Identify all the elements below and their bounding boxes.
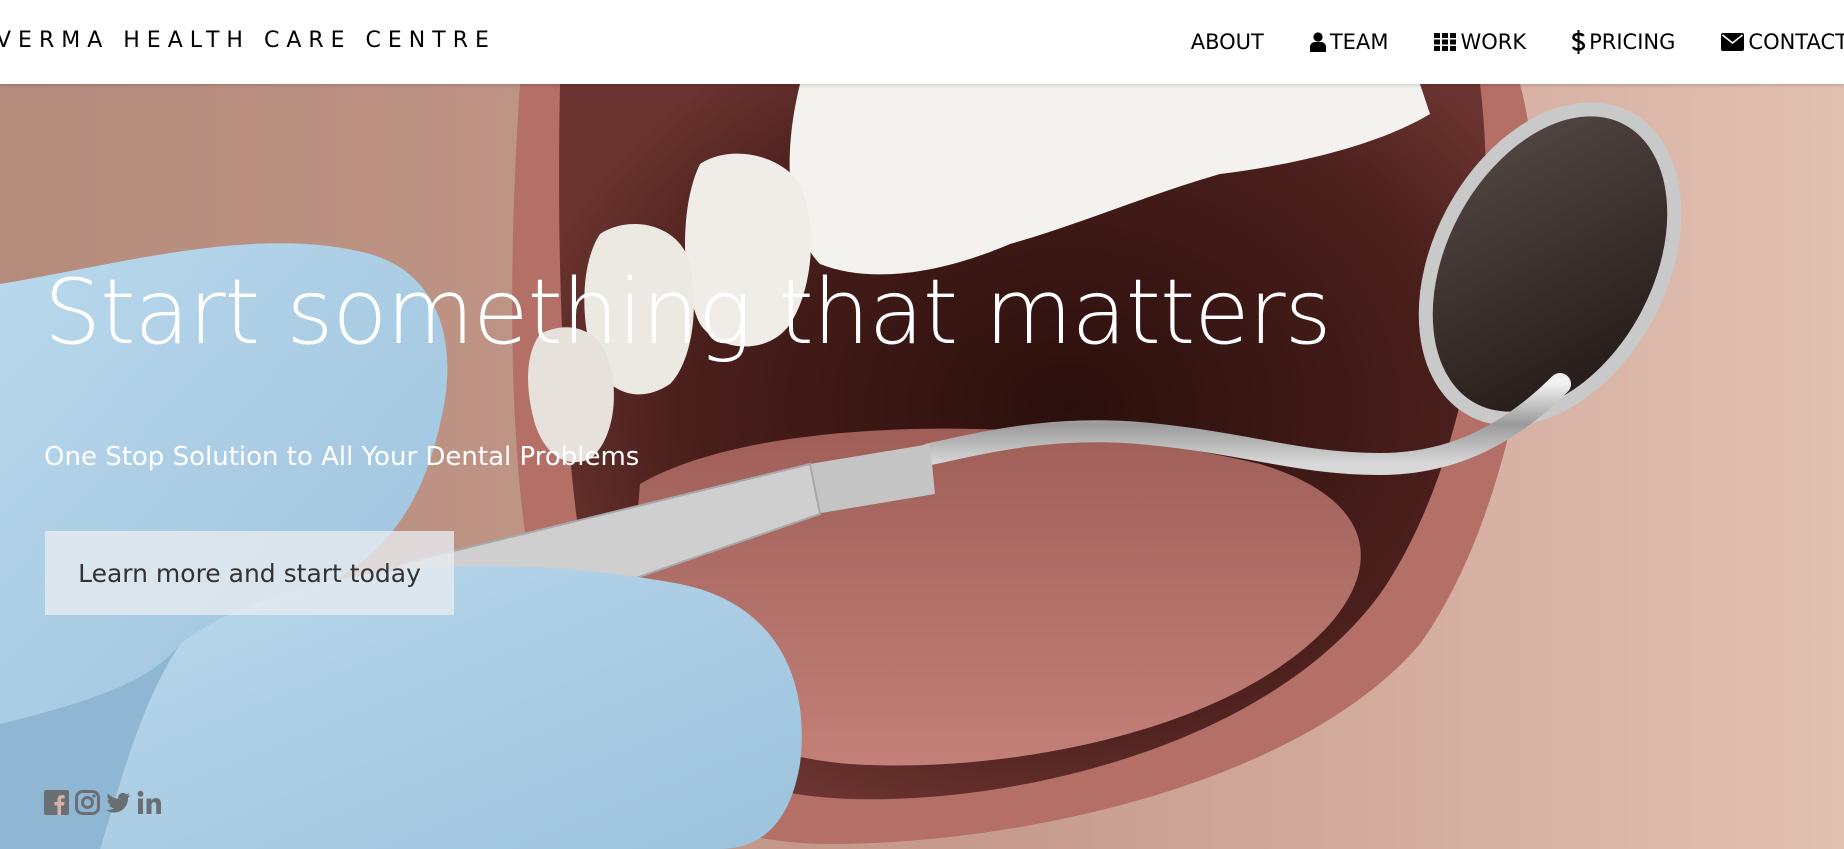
brand-logo-text[interactable]: VERMA HEALTH CARE CENTRE: [0, 28, 496, 53]
page: VERMA HEALTH CARE CENTRE ABOUT TEAM WORK…: [0, 0, 1844, 849]
facebook-icon[interactable]: [44, 790, 69, 815]
linkedin-icon[interactable]: [137, 790, 162, 815]
nav-item-label: PRICING: [1589, 30, 1676, 54]
twitter-icon[interactable]: [106, 790, 131, 815]
nav-item-label: WORK: [1460, 30, 1527, 54]
nav-item-about[interactable]: ABOUT: [1191, 30, 1264, 54]
learn-more-button[interactable]: Learn more and start today: [45, 531, 454, 615]
nav-item-pricing[interactable]: PRICING: [1572, 30, 1675, 54]
top-navbar: VERMA HEALTH CARE CENTRE ABOUT TEAM WORK…: [0, 0, 1844, 84]
hero-section: Start something that matters One Stop So…: [0, 84, 1844, 849]
social-links: [44, 790, 168, 815]
nav-item-team[interactable]: TEAM: [1309, 30, 1389, 54]
nav-item-work[interactable]: WORK: [1434, 30, 1526, 54]
hero-headline: Start something that matters: [44, 260, 1331, 365]
nav-item-label: TEAM: [1329, 30, 1389, 54]
nav-item-contact[interactable]: CONTACT: [1721, 30, 1844, 54]
grid-icon: [1434, 33, 1457, 51]
nav-item-label: ABOUT: [1190, 30, 1264, 54]
dollar-icon: [1572, 30, 1586, 54]
user-icon: [1309, 32, 1326, 52]
instagram-icon[interactable]: [75, 790, 100, 815]
hero-subheadline: One Stop Solution to All Your Dental Pro…: [44, 442, 640, 472]
envelope-icon: [1721, 33, 1745, 51]
main-nav: ABOUT TEAM WORK PRICING CONTACT: [1145, 0, 1844, 84]
nav-item-label: CONTACT: [1748, 30, 1844, 54]
